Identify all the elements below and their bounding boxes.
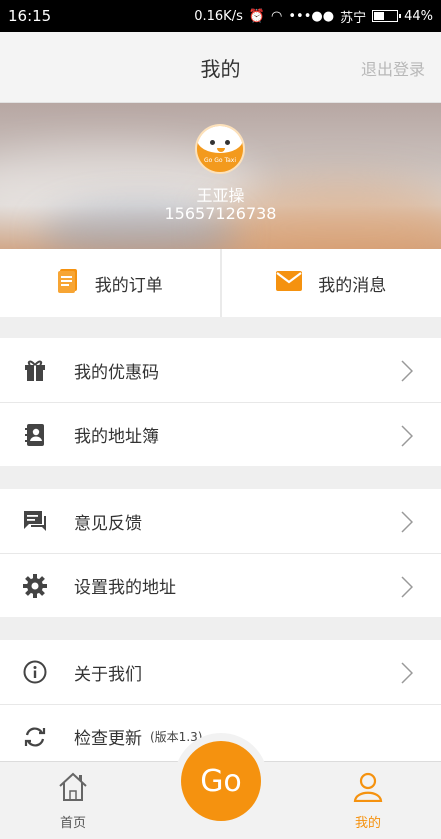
avatar-logo-text: Go Go Taxi	[203, 157, 237, 164]
go-button[interactable]: Go	[181, 741, 261, 821]
menu-item-address-book[interactable]: 我的地址簿	[0, 402, 441, 466]
chevron-right-icon	[401, 360, 414, 386]
user-icon	[352, 772, 384, 806]
my-orders-button[interactable]: 我的订单	[0, 249, 220, 317]
menu-group-1: 我的优惠码 我的地址簿	[0, 338, 441, 466]
menu-item-label: 意见反馈	[74, 513, 142, 534]
logout-button[interactable]: 退出登录	[361, 56, 425, 80]
carrier-name: 苏宁	[340, 10, 367, 26]
envelope-icon	[276, 270, 303, 296]
user-phone: 15657126738	[164, 204, 277, 223]
quick-actions: 我的订单 我的消息	[0, 249, 441, 317]
gift-icon	[22, 357, 48, 383]
tab-home[interactable]: 首页	[18, 762, 128, 839]
battery-icon	[372, 10, 402, 22]
chevron-right-icon	[401, 425, 414, 451]
menu-item-set-address[interactable]: 设置我的地址	[0, 553, 441, 617]
chevron-right-icon	[401, 662, 414, 688]
menu-item-about[interactable]: 关于我们	[0, 640, 441, 704]
menu-item-label: 检查更新	[74, 729, 142, 749]
menu-group-2: 意见反馈 设置我的地址	[0, 489, 441, 617]
tab-mine-label: 我的	[354, 816, 381, 831]
chevron-right-icon	[401, 576, 414, 602]
signal-icon: •••●●	[288, 8, 335, 24]
refresh-icon	[22, 724, 48, 750]
tab-home-label: 首页	[59, 816, 86, 831]
alarm-icon: ⏰	[248, 8, 266, 24]
order-document-icon	[57, 268, 79, 299]
my-messages-button[interactable]: 我的消息	[222, 249, 441, 317]
menu-item-label: 设置我的地址	[74, 578, 176, 598]
info-icon	[22, 659, 48, 685]
home-icon	[57, 772, 89, 806]
avatar[interactable]: Go Go Taxi	[195, 124, 245, 174]
menu-item-label: 我的优惠码	[74, 362, 159, 383]
wifi-icon: ◠	[271, 8, 283, 24]
profile-banner: Go Go Taxi 王亚操 15657126738	[0, 103, 441, 249]
header: 我的 退出登录	[0, 32, 441, 103]
address-book-icon	[22, 422, 48, 448]
menu-item-coupon[interactable]: 我的优惠码	[0, 338, 441, 402]
menu-item-feedback[interactable]: 意见反馈	[0, 489, 441, 553]
my-orders-label: 我的订单	[94, 275, 163, 296]
gear-icon	[22, 573, 48, 599]
menu-item-label: 我的地址簿	[74, 427, 159, 447]
chevron-right-icon	[401, 511, 414, 537]
user-name: 王亚操	[196, 186, 245, 205]
my-messages-label: 我的消息	[318, 275, 387, 296]
tab-mine[interactable]: 我的	[313, 762, 423, 839]
menu-item-label: 关于我们	[74, 664, 142, 685]
network-speed: 0.16K/s	[194, 8, 243, 24]
status-time: 16:15	[8, 7, 52, 25]
chat-icon	[22, 508, 48, 534]
status-bar: 16:15 0.16K/s ⏰ ◠ •••●● 苏宁 44%	[0, 0, 441, 32]
battery-percent: 44%	[404, 8, 433, 24]
